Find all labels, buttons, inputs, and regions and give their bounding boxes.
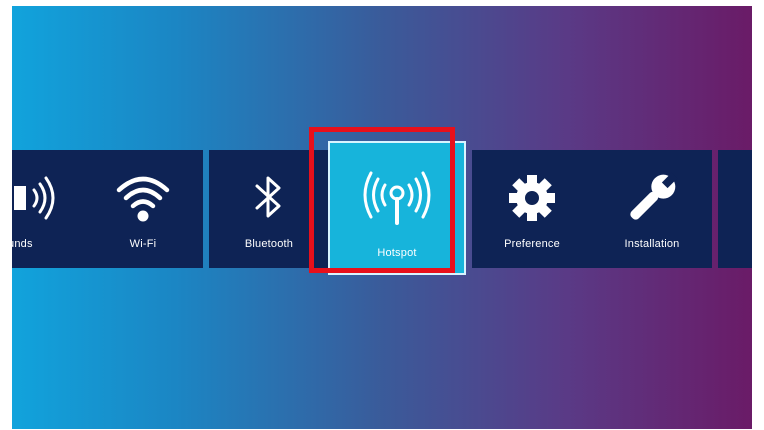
tile-label: Preference (504, 238, 560, 250)
bluetooth-icon (209, 170, 329, 226)
tile-label: Hotspot (377, 247, 417, 259)
wrench-icon (592, 170, 712, 226)
menu-tile-preference[interactable]: Preference (472, 150, 592, 268)
speaker-icon (12, 170, 88, 226)
wifi-icon (83, 170, 203, 226)
tile-label: Wi-Fi (129, 238, 157, 250)
tile-label: Bluetooth (244, 238, 294, 250)
menu-tile-next[interactable] (718, 150, 752, 268)
settings-screen: unds Wi-Fi Bluetooth (12, 6, 752, 429)
menu-tile-bluetooth[interactable]: Bluetooth (209, 150, 329, 268)
menu-tile-wifi[interactable]: Wi-Fi (83, 150, 203, 268)
tile-label: Installation (624, 238, 680, 250)
menu-tile-installation[interactable]: Installation (592, 150, 712, 268)
menu-tile-hotspot[interactable]: Hotspot (328, 141, 466, 275)
hotspot-icon (330, 171, 464, 227)
gear-icon (472, 170, 592, 226)
menu-tile-sounds[interactable]: unds (12, 150, 88, 268)
circle-icon (718, 170, 752, 226)
tile-label: unds (12, 238, 33, 250)
